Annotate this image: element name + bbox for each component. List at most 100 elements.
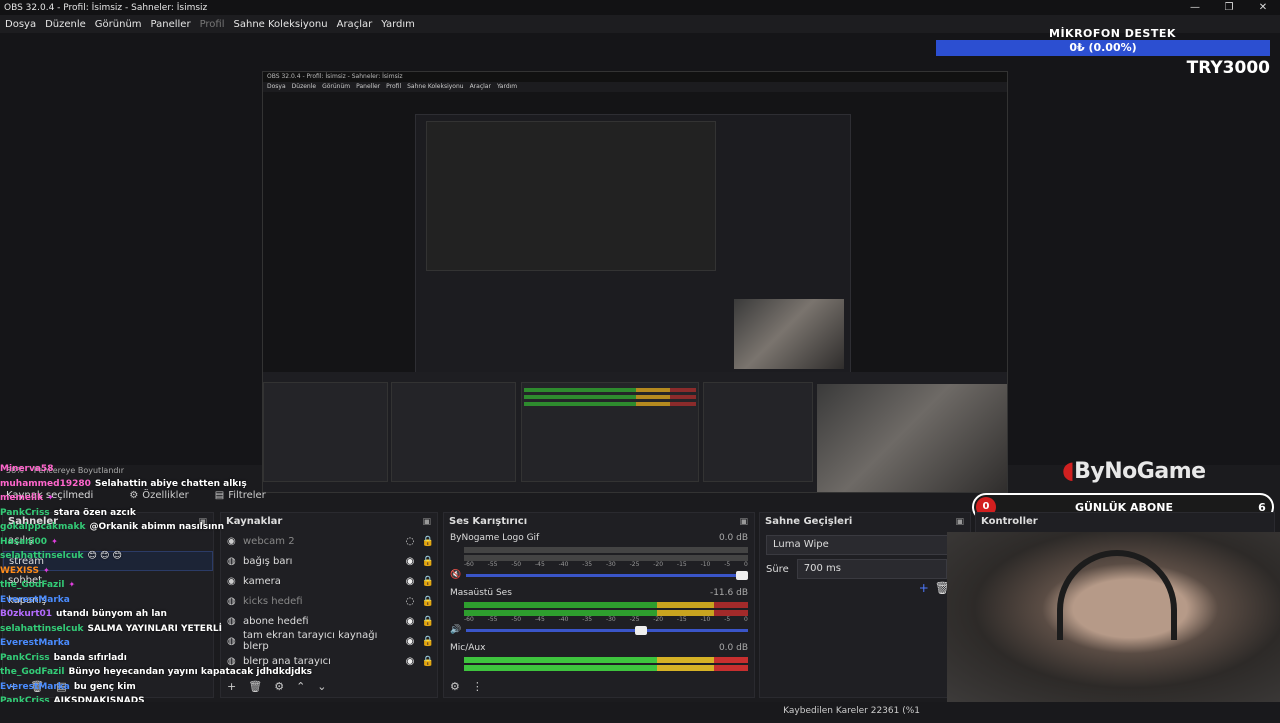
nested-menu-item: Dosya (267, 82, 286, 92)
lock-icon[interactable]: 🔒 (419, 596, 437, 607)
eye-icon[interactable]: ◉ (401, 616, 419, 627)
undock-icon[interactable]: ▣ (422, 513, 431, 531)
nested-title: OBS 32.0.4 - Profil: İsimsiz - Sahneler:… (263, 72, 1007, 82)
duration-input[interactable]: 700 ms (797, 559, 947, 579)
speaker-icon[interactable]: 🔊 (450, 625, 462, 635)
properties-button[interactable]: ⚙Özellikler (129, 490, 188, 501)
maximize-button[interactable]: ❐ (1212, 0, 1246, 15)
nested-menu-item: Profil (386, 82, 401, 92)
transitions-title: Sahne Geçişleri (765, 513, 852, 531)
lock-icon[interactable]: 🔒 (419, 576, 437, 587)
minimize-button[interactable]: — (1178, 0, 1212, 15)
lock-icon[interactable]: 🔒 (419, 536, 437, 547)
nested-menu-item: Sahne Koleksiyonu (407, 82, 463, 92)
scale-tick: -35 (582, 616, 592, 625)
close-button[interactable]: ✕ (1246, 0, 1280, 15)
transition-select[interactable]: Luma Wipe (766, 535, 964, 555)
source-row[interactable]: ◍tam ekran tarayıcı kaynağı blerp◉🔒 (221, 631, 437, 651)
source-row[interactable]: ◍bağış barı◉🔒 (221, 551, 437, 571)
muted-speaker-icon[interactable]: 🔇 (450, 570, 462, 580)
add-source-button[interactable]: + (227, 680, 236, 693)
eye-icon[interactable]: ◉ (401, 636, 419, 647)
mixer-track: ByNogame Logo Gif0.0 dB -60-55-50-45-40-… (444, 531, 754, 586)
scene-item-sohbet[interactable]: sohbet (3, 571, 213, 591)
lock-icon[interactable]: 🔒 (419, 616, 437, 627)
undock-icon[interactable]: ▣ (198, 513, 207, 531)
move-down-button[interactable]: ⌄ (317, 680, 326, 693)
volume-knob[interactable] (635, 626, 647, 635)
scenes-dock: Sahneler ▣ açılış stream sohbet kapanış +… (2, 512, 214, 698)
duration-label: Süre (766, 564, 789, 575)
menu-tools[interactable]: Araçlar (337, 19, 373, 30)
volume-rail[interactable] (466, 574, 748, 577)
deep-webcam-image (734, 299, 844, 369)
undock-icon[interactable]: ▣ (739, 513, 748, 531)
window-controls: — ❐ ✕ (1178, 0, 1280, 15)
nested-menu-item: Düzenle (292, 82, 316, 92)
filters-button[interactable]: ▤Filtreler (215, 490, 266, 501)
source-label: bağış barı (243, 556, 401, 567)
controls-title: Kontroller (981, 513, 1038, 531)
eye-icon[interactable]: ◉ (401, 656, 419, 667)
move-up-button[interactable]: ⌃ (296, 680, 305, 693)
source-label: tam ekran tarayıcı kaynağı blerp (243, 630, 401, 652)
program-preview[interactable]: OBS 32.0.4 - Profil: İsimsiz - Sahneler:… (0, 33, 1280, 465)
advanced-audio-button[interactable]: ⚙ (450, 680, 460, 693)
lock-icon[interactable]: 🔒 (419, 556, 437, 567)
mixer-menu-button[interactable]: ⋮ (472, 680, 483, 693)
nested-transitions-thumb (703, 382, 813, 482)
menu-scene-collection[interactable]: Sahne Koleksiyonu (234, 19, 328, 30)
fit-to-window[interactable]: Pencereye Boyutlandır (34, 466, 124, 478)
eye-hidden-icon[interactable]: ◌ (401, 536, 419, 547)
menu-view[interactable]: Görünüm (95, 19, 142, 30)
menu-edit[interactable]: Düzenle (45, 19, 86, 30)
scene-item-kapanis[interactable]: kapanış (3, 591, 213, 611)
scale-tick: -50 (511, 616, 521, 625)
lock-icon[interactable]: 🔒 (419, 636, 437, 647)
scenes-title: Sahneler (8, 513, 58, 531)
volume-slider[interactable]: 🔊 (450, 625, 748, 635)
scenes-footer: + 🗑 ▤ (3, 675, 213, 697)
eye-icon[interactable]: ◉ (401, 576, 419, 587)
source-row[interactable]: ◍kicks hedefi◌🔒 (221, 591, 437, 611)
nested-menu-item: Paneller (356, 82, 380, 92)
source-row[interactable]: ◍blerp ana tarayıcı◉🔒 (221, 651, 437, 671)
menu-help[interactable]: Yardım (381, 19, 415, 30)
globe-icon: ◍ (227, 556, 241, 567)
menu-file[interactable]: Dosya (5, 19, 36, 30)
scale-tick: 0 (744, 616, 748, 625)
nested-scenes-thumb (263, 382, 388, 482)
volume-rail[interactable] (466, 629, 748, 632)
nested-canvas (263, 92, 1008, 382)
source-row[interactable]: ◉webcam 2◌🔒 (221, 531, 437, 551)
remove-scene-button[interactable]: 🗑 (30, 680, 44, 693)
scale-tick: -15 (677, 616, 687, 625)
nested-obs-capture: OBS 32.0.4 - Profil: İsimsiz - Sahneler:… (262, 71, 1008, 493)
remove-source-button[interactable]: 🗑 (248, 680, 262, 693)
eye-hidden-icon[interactable]: ◌ (401, 596, 419, 607)
undock-icon[interactable]: ▣ (955, 513, 964, 531)
mixer-title: Ses Karıştırıcı (449, 513, 527, 531)
source-row[interactable]: ◍abone hedefi◉🔒 (221, 611, 437, 631)
menu-docks[interactable]: Paneller (151, 19, 191, 30)
source-row[interactable]: ◉kamera◉🔒 (221, 571, 437, 591)
volume-slider[interactable]: 🔇 (450, 570, 748, 580)
scene-filters-button[interactable]: ▤ (56, 680, 66, 693)
volume-knob[interactable] (736, 571, 748, 580)
scale-tick: -25 (630, 616, 640, 625)
zoom-bar: 58% Pencereye Boyutlandır (0, 466, 200, 478)
source-properties-button[interactable]: ⚙ (274, 680, 284, 693)
add-transition-button[interactable]: + (919, 581, 929, 595)
add-scene-button[interactable]: + (9, 680, 18, 693)
mikrofon-destek-title: MİKROFON DESTEK (1049, 27, 1176, 40)
track-name: Mic/Aux (450, 643, 485, 655)
scene-item-stream[interactable]: stream (3, 551, 213, 571)
transition-buttons: + 🗑 (919, 581, 950, 595)
zoom-percent[interactable]: 58% (6, 466, 24, 478)
level-meter (464, 547, 748, 553)
scene-item-acilis[interactable]: açılış (3, 531, 213, 551)
scale-tick: -5 (724, 561, 730, 570)
scale-tick: -10 (701, 561, 711, 570)
lock-icon[interactable]: 🔒 (419, 656, 437, 667)
eye-icon[interactable]: ◉ (401, 556, 419, 567)
